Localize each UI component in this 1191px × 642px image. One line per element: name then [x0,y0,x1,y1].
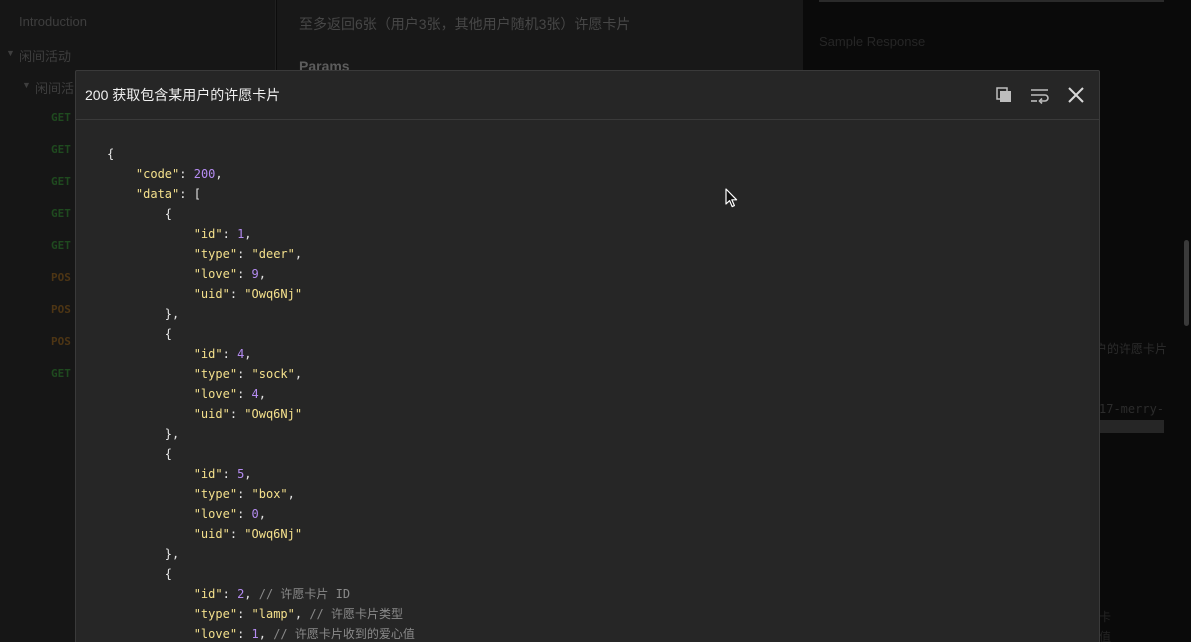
url-bar [1099,420,1164,433]
wrap-toggle-button[interactable] [1029,84,1051,106]
comment-fragment: 值 [1099,630,1112,642]
code-comment: // 许愿卡片收到的爱心值 [273,627,415,641]
close-icon [1068,87,1084,103]
json-value: "Owq6Nj" [244,527,303,541]
json-key: "data" [135,187,180,201]
wrap-icon [1031,89,1049,104]
json-value: "box" [251,487,288,501]
chevron-down-icon: ▼ [22,80,31,90]
json-key: "uid" [193,527,230,541]
sidebar-method-get[interactable]: GET [51,143,71,156]
modal-title: 200 获取包含某用户的许愿卡片 [85,87,281,103]
json-key: "love" [193,267,238,281]
json-value: 4 [237,347,245,361]
url-fragment: 17-merry- [1099,402,1165,416]
response-modal: 200 获取包含某用户的许愿卡片 {"code": 200, "data": … [75,70,1100,642]
json-value: 200 [193,167,216,181]
mouse-cursor-icon [725,188,738,208]
json-key: "type" [193,487,238,501]
json-value: "sock" [251,367,295,381]
chevron-down-icon: ▼ [6,48,15,58]
endpoint-description: 至多返回6张（用户3张，其他用户随机3张）许愿卡片 [299,16,631,32]
json-value: "Owq6Nj" [244,407,303,421]
json-key: "id" [193,467,223,481]
sidebar-method-get[interactable]: GET [51,111,71,124]
modal-body: { "code": 200, "data": [ { "id": 1, "typ… [76,120,1099,642]
json-value: 1 [251,627,259,641]
json-value: 2 [237,587,245,601]
sidebar-item-introduction[interactable]: Introduction [19,14,87,29]
json-key: "love" [193,507,238,521]
copy-button[interactable] [993,84,1015,106]
json-key: "type" [193,247,238,261]
json-value: "Owq6Nj" [244,287,303,301]
json-key: "type" [193,607,238,621]
scrollbar-thumb[interactable] [1184,240,1189,326]
json-key: "love" [193,627,238,641]
sidebar-method-get[interactable]: GET [51,207,71,220]
json-value: "deer" [251,247,295,261]
json-value: 9 [251,267,259,281]
json-value: 5 [237,467,245,481]
panel-divider [819,0,1164,2]
json-code-block: { "code": 200, "data": [ { "id": 1, "typ… [107,147,415,641]
modal-header: 200 获取包含某用户的许愿卡片 [76,71,1099,120]
sidebar-method-post[interactable]: POS [51,335,71,348]
json-value: "lamp" [251,607,295,621]
modal-actions [993,84,1087,106]
code-comment: // 许愿卡片类型 [309,607,404,621]
sidebar-method-get[interactable]: GET [51,175,71,188]
json-value: 4 [251,387,259,401]
json-key: "code" [135,167,180,181]
json-key: "love" [193,387,238,401]
json-key: "id" [193,587,223,601]
response-title-fragment[interactable]: 户的许愿卡片 [1095,340,1167,357]
sidebar-method-get[interactable]: GET [51,239,71,252]
code-comment: // 许愿卡片 ID [258,587,351,601]
sidebar-method-post[interactable]: POS [51,303,71,316]
sidebar-group-2[interactable]: 闲间活 [35,78,74,97]
json-key: "id" [193,227,223,241]
json-value: 1 [237,227,245,241]
json-value: 0 [251,507,259,521]
json-key: "uid" [193,407,230,421]
json-key: "id" [193,347,223,361]
sample-response-label: Sample Response [819,34,926,49]
close-button[interactable] [1065,84,1087,106]
json-key: "type" [193,367,238,381]
sidebar-method-post[interactable]: POS [51,271,71,284]
sidebar-method-get[interactable]: GET [51,367,71,380]
json-key: "uid" [193,287,230,301]
copy-icon [996,87,1011,102]
comment-fragment: 卡 [1099,610,1112,624]
sidebar-group-1[interactable]: 闲间活动 [19,46,71,65]
